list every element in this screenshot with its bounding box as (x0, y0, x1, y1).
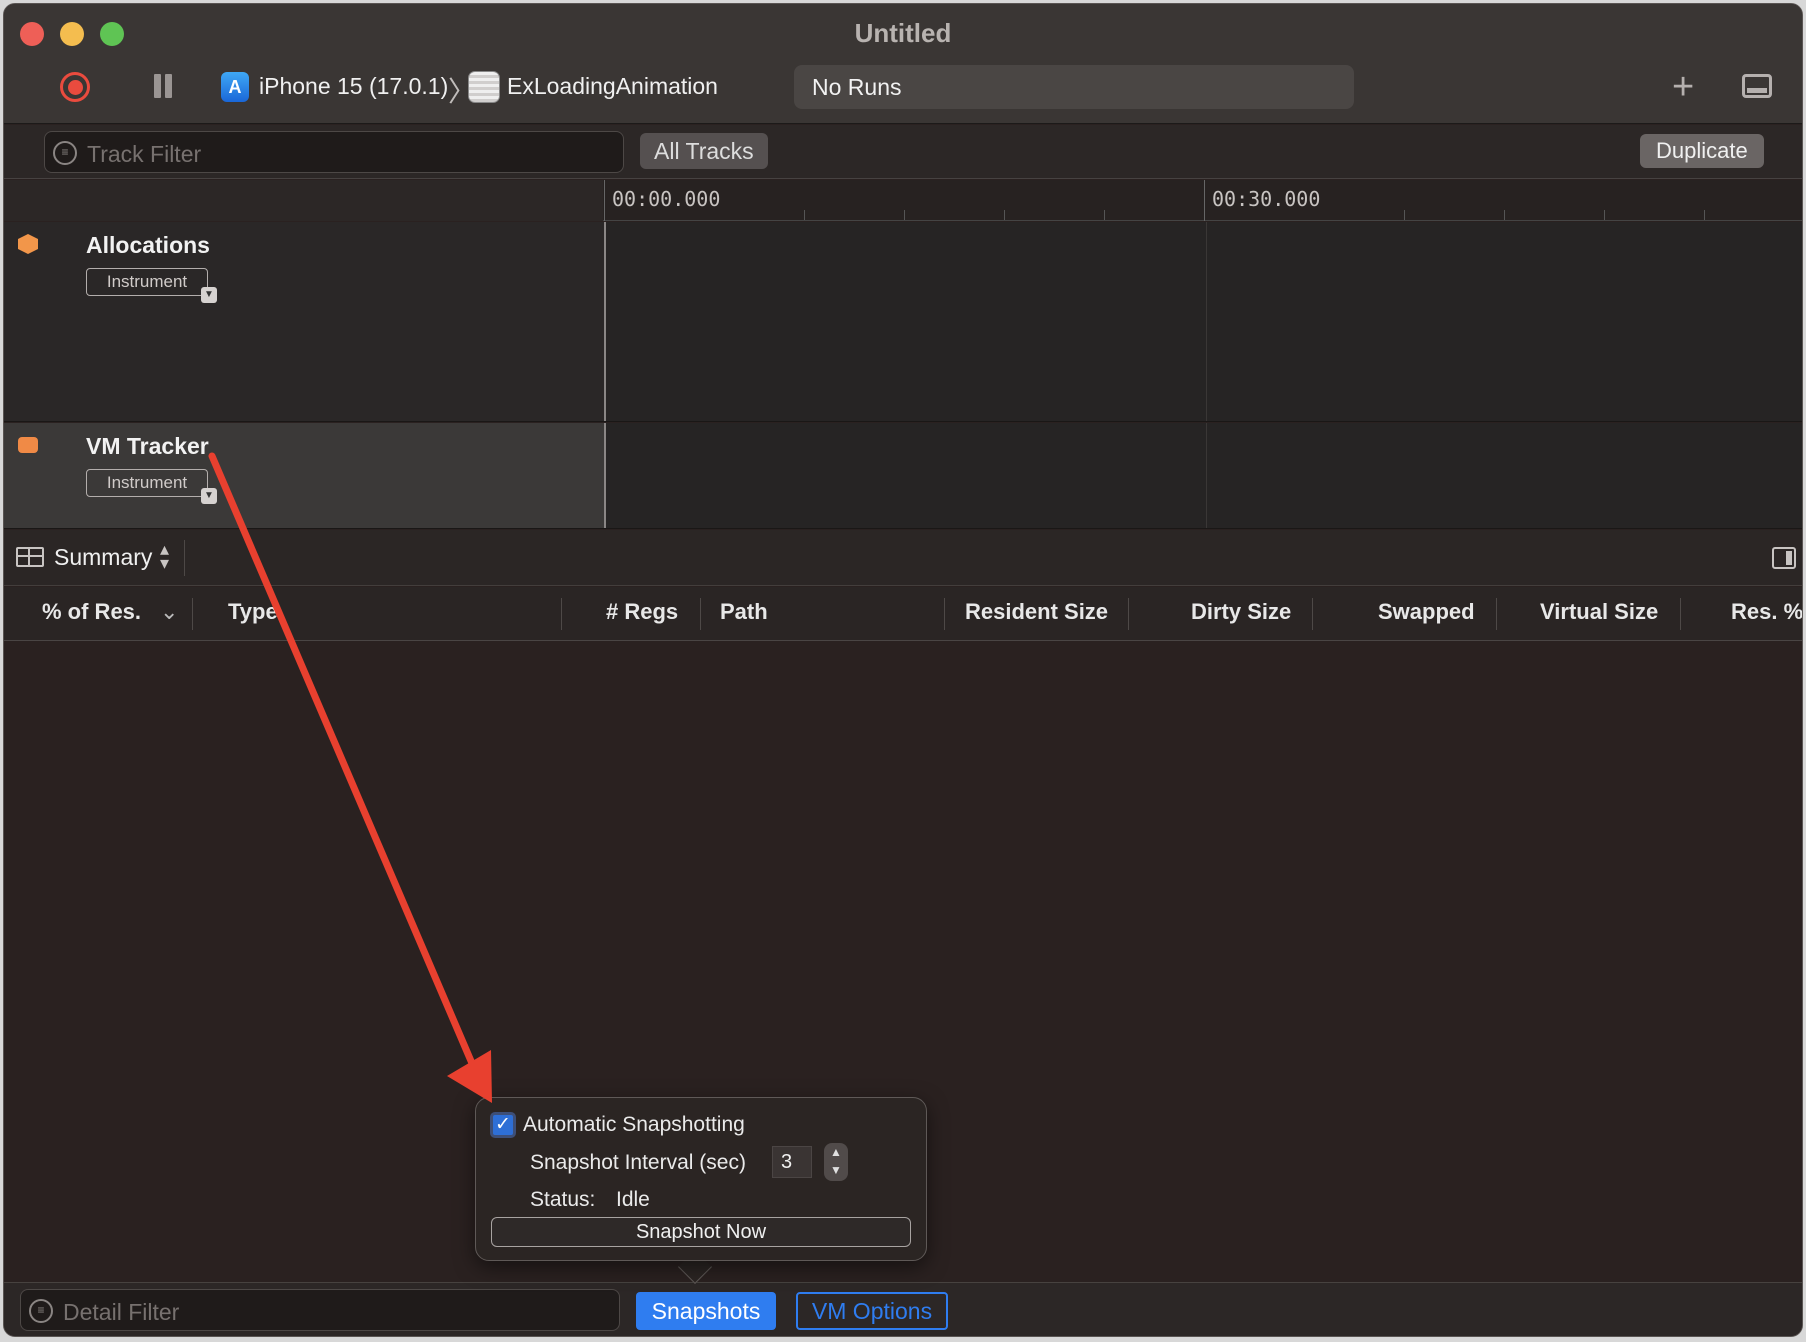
detail-filter-input[interactable]: ≡ Detail Filter (20, 1289, 620, 1331)
add-instrument-icon[interactable]: + (1672, 66, 1694, 109)
filter-icon: ≡ (29, 1299, 53, 1323)
column-header[interactable]: % of Res. (42, 599, 141, 625)
status-label: Status: (530, 1188, 596, 1211)
instrument-badge[interactable]: Instrument ▼ (86, 469, 217, 504)
snapshots-popover: ✓ Automatic Snapshotting Snapshot Interv… (475, 1097, 927, 1261)
snapshots-button[interactable]: Snapshots (636, 1292, 776, 1330)
detail-view-bar: Summary ▴ ▾ (4, 530, 1802, 586)
up-down-chevron-icon[interactable]: ▴ ▾ (160, 540, 169, 572)
track-allocations[interactable]: Allocations Instrument ▼ (4, 222, 1802, 422)
track-filter-input[interactable]: ≡ Track Filter (44, 131, 624, 173)
duplicate-button[interactable]: Duplicate (1640, 134, 1764, 168)
snapshot-interval-label: Snapshot Interval (sec) (530, 1151, 746, 1174)
table-icon (16, 547, 44, 567)
cube-icon (18, 234, 38, 254)
column-header[interactable]: Path (720, 599, 768, 625)
xcode-app-icon[interactable]: A (221, 72, 249, 102)
track-lane[interactable] (604, 423, 1802, 528)
tick-label: 00:30.000 (1212, 187, 1321, 211)
table-header: % of Res. ⌄ Type # Regs Path Resident Si… (4, 587, 1802, 641)
detail-view-selector[interactable]: Summary (54, 544, 152, 571)
column-header[interactable]: Virtual Size (1540, 599, 1658, 625)
snapshot-interval-input[interactable]: 3 (772, 1146, 812, 1178)
instrument-badge[interactable]: Instrument ▼ (86, 268, 217, 303)
filter-icon: ≡ (53, 141, 77, 165)
window-title: Untitled (854, 18, 952, 48)
column-header[interactable]: Dirty Size (1191, 599, 1291, 625)
device-selector[interactable]: iPhone 15 (17.0.1) (259, 73, 448, 100)
record-icon (67, 79, 83, 95)
toggle-detail-panel-icon[interactable] (1742, 74, 1772, 98)
sort-chevron-icon[interactable]: ⌄ (160, 599, 178, 625)
detail-filter-bar: ≡ Detail Filter Snapshots VM Options (4, 1282, 1802, 1336)
track-lane[interactable] (604, 222, 1802, 421)
tick-label: 00:00.000 (612, 187, 721, 211)
chevron-down-icon[interactable]: ▼ (201, 488, 217, 504)
status-value: Idle (616, 1188, 650, 1211)
track-vm-tracker[interactable]: VM Tracker Instrument ▼ (4, 423, 1802, 529)
instrument-name: Allocations (86, 232, 210, 258)
column-header[interactable]: Type (228, 599, 278, 625)
all-tracks-button[interactable]: All Tracks (640, 133, 768, 169)
snapshot-now-button[interactable]: Snapshot Now (491, 1217, 911, 1247)
inspector-toggle-icon[interactable] (1772, 547, 1796, 569)
timeline-ruler[interactable]: 00:00.000 00:30.000 (4, 180, 1802, 221)
column-header[interactable]: Resident Size (965, 599, 1108, 625)
interval-stepper[interactable]: ▲ ▼ (824, 1143, 848, 1181)
track-filter-bar: ≡ Track Filter All Tracks Duplicate (4, 125, 1802, 179)
automatic-snapshotting-checkbox[interactable]: ✓ (490, 1112, 516, 1138)
memory-icon (18, 437, 38, 453)
chevron-down-icon[interactable]: ▼ (201, 287, 217, 303)
record-button[interactable] (60, 72, 90, 102)
run-status-display[interactable]: No Runs (794, 65, 1354, 109)
column-header[interactable]: # Regs (606, 599, 678, 625)
project-app-icon[interactable] (468, 71, 500, 103)
automatic-snapshotting-label[interactable]: Automatic Snapshotting (523, 1113, 745, 1137)
column-header[interactable]: Swapped (1378, 599, 1475, 625)
column-header[interactable]: Res. % (1731, 599, 1802, 625)
instrument-name: VM Tracker (86, 433, 209, 459)
toolbar: Untitled A iPhone 15 (17.0.1) 〉 ExLoadin… (4, 4, 1802, 124)
target-selector[interactable]: ExLoadingAnimation (507, 73, 718, 100)
pause-button[interactable] (152, 74, 174, 98)
vm-options-button[interactable]: VM Options (796, 1292, 948, 1330)
